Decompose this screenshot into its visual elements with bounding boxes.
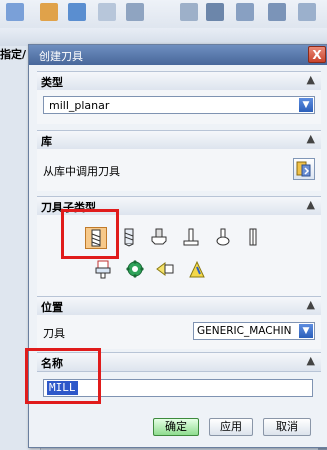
- section-subtype-label: 刀具子类型: [41, 201, 96, 214]
- generic-tool-icon[interactable]: [187, 259, 207, 279]
- tool-location-select[interactable]: GENERIC_MACHIN ▼: [193, 322, 315, 340]
- section-name-header[interactable]: 名称 ▲: [37, 352, 321, 372]
- section-library-label: 库: [41, 135, 52, 148]
- section-library-header[interactable]: 库 ▲: [37, 130, 321, 150]
- dialog-titlebar[interactable]: 创建刀具 X: [29, 45, 327, 65]
- create-tool-dialog: 创建刀具 X 类型 ▲ mill_planar ▼ 库 ▲ 从库中调用刀具 刀具…: [25, 44, 327, 448]
- toolbar-icon-10[interactable]: [298, 3, 316, 21]
- toolbar-icon-5[interactable]: [126, 3, 144, 21]
- toolbar-icon-3[interactable]: [68, 3, 86, 21]
- section-type-label: 类型: [41, 76, 63, 89]
- retrieve-from-library-label: 从库中调用刀具: [43, 165, 120, 178]
- chevron-up-icon[interactable]: ▲: [307, 354, 315, 367]
- t-cutter-tool-icon[interactable]: [181, 227, 201, 247]
- section-location-label: 位置: [41, 301, 63, 314]
- section-location-header[interactable]: 位置 ▲: [37, 296, 321, 316]
- dropdown-arrow-icon[interactable]: ▼: [299, 324, 313, 338]
- tool-name-value: MILL: [47, 381, 78, 395]
- toolbar-icon-6[interactable]: [180, 3, 198, 21]
- toolbar-icon-8[interactable]: [236, 3, 254, 21]
- dialog-title: 创建刀具: [39, 50, 83, 63]
- retrieve-library-button[interactable]: [293, 158, 315, 180]
- toolbar-icon-7[interactable]: [206, 3, 224, 21]
- gear-tool-icon[interactable]: [125, 259, 145, 279]
- close-button[interactable]: X: [308, 46, 326, 63]
- probe-tool-icon[interactable]: [155, 259, 175, 279]
- section-type-body: mill_planar ▼: [37, 90, 321, 124]
- library-retrieve-icon: [296, 161, 311, 177]
- mill-tool-icon[interactable]: [85, 227, 107, 249]
- toolbar-icon-1[interactable]: [6, 3, 24, 21]
- section-subtype-header[interactable]: 刀具子类型 ▲: [37, 196, 321, 216]
- tool-location-label: 刀具: [43, 327, 65, 340]
- tool-name-input[interactable]: MILL: [43, 379, 313, 397]
- toolbar-icon-9[interactable]: [268, 3, 286, 21]
- drill-mill-tool-icon[interactable]: [119, 227, 139, 247]
- section-subtype-body: [37, 215, 321, 297]
- section-location-body: 刀具 GENERIC_MACHIN ▼: [37, 315, 321, 349]
- tool-location-value: GENERIC_MACHIN: [197, 325, 292, 337]
- type-select-value: mill_planar: [49, 99, 110, 112]
- dropdown-arrow-icon[interactable]: ▼: [299, 98, 313, 112]
- barrel-tool-icon[interactable]: [213, 227, 233, 247]
- section-name-label: 名称: [41, 357, 63, 370]
- section-library-body: 从库中调用刀具: [37, 149, 321, 191]
- cancel-button[interactable]: 取消: [263, 418, 311, 436]
- ok-button[interactable]: 确定: [153, 418, 199, 436]
- section-type-header[interactable]: 类型 ▲: [37, 71, 321, 91]
- apply-button[interactable]: 应用: [209, 418, 253, 436]
- type-select[interactable]: mill_planar ▼: [43, 96, 315, 114]
- toolbar-icon-2[interactable]: [40, 3, 58, 21]
- holder-tool-icon[interactable]: [93, 259, 113, 279]
- thread-mill-tool-icon[interactable]: [243, 227, 263, 247]
- chevron-up-icon[interactable]: ▲: [307, 73, 315, 86]
- chevron-up-icon[interactable]: ▲: [307, 298, 315, 311]
- chevron-up-icon[interactable]: ▲: [307, 198, 315, 211]
- chevron-up-icon[interactable]: ▲: [307, 132, 315, 145]
- chamfer-mill-tool-icon[interactable]: [149, 227, 169, 247]
- navigator-label: 指定/: [0, 48, 27, 61]
- toolbar-icon-4[interactable]: [98, 3, 116, 21]
